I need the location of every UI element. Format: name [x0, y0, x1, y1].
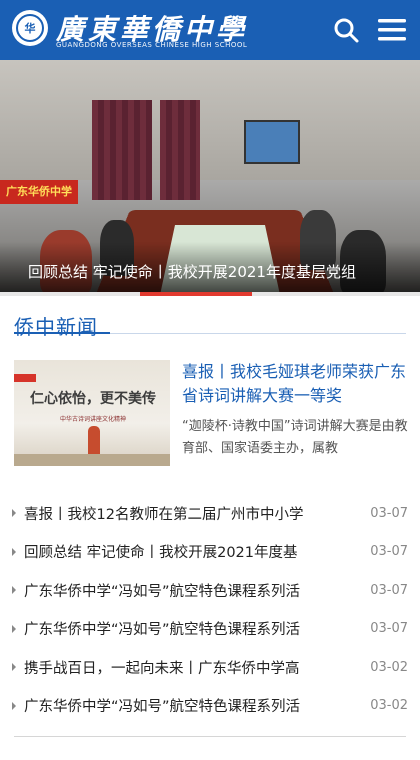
news-item-date: 03-07 [370, 544, 408, 560]
bullet-icon [12, 624, 16, 633]
news-item[interactable]: 携手战百日，一起向未来丨广东华侨中学高 03-02 [0, 648, 420, 687]
school-logo[interactable]: 华 [12, 10, 48, 46]
search-icon[interactable] [332, 16, 360, 44]
section-divider-accent [14, 332, 110, 334]
logo-text: 华 [24, 22, 36, 35]
featured-title[interactable]: 喜报丨我校毛娅琪老师荣获广东省诗词讲解大赛一等奖 [182, 360, 410, 408]
news-item[interactable]: 喜报丨我校12名教师在第二届广州市中小学 03-07 [0, 494, 420, 533]
section-title-news[interactable]: 侨中新闻 [14, 311, 98, 340]
list-bottom-divider [14, 736, 406, 737]
news-item-date: 03-07 [370, 621, 408, 637]
thumbnail-calligraphy: 仁心依怡，更不美传 [30, 391, 156, 407]
news-item-date: 03-02 [370, 659, 408, 675]
thumbnail-subtitle: 中华古诗词讲座文化精神 [60, 416, 127, 423]
bullet-icon [12, 547, 16, 556]
brand-name-en: GUANGDONG OVERSEAS CHINESE HIGH SCHOOL [56, 41, 248, 49]
featured-thumbnail[interactable]: 仁心依怡，更不美传 中华古诗词讲座文化精神 [14, 360, 170, 466]
banner-progress [0, 292, 420, 296]
thumbnail-red-tag [14, 374, 36, 382]
hero-banner[interactable]: 广东华侨中学 回顾总结 牢记使命丨我校开展2021年度基层党组 [0, 60, 420, 296]
news-item-title[interactable]: 喜报丨我校12名教师在第二届广州市中小学 [24, 503, 352, 524]
banner-progress-indicator [140, 292, 252, 296]
news-item-date: 03-07 [370, 582, 408, 598]
featured-summary: “迦陵杯·诗教中国”诗词讲解大赛是由教育部、国家语委主办，属教 [182, 419, 408, 456]
logo-emblem-icon: 华 [16, 14, 44, 42]
menu-icon[interactable] [376, 16, 408, 44]
site-header: 华 廣東華僑中學 GUANGDONG OVERSEAS CHINESE HIGH… [0, 0, 420, 60]
news-item-date: 03-02 [370, 698, 408, 714]
banner-photo-sign: 广东华侨中学 [0, 180, 78, 204]
banner-photo-curtain [160, 100, 200, 200]
featured-news[interactable]: 仁心依怡，更不美传 中华古诗词讲座文化精神 喜报丨我校毛娅琪老师荣获广东省诗词讲… [14, 360, 408, 468]
news-item[interactable]: 回顾总结 牢记使命丨我校开展2021年度基 03-07 [0, 533, 420, 572]
bullet-icon [12, 509, 16, 518]
banner-photo-wall [0, 60, 420, 180]
news-list: 喜报丨我校12名教师在第二届广州市中小学 03-07 回顾总结 牢记使命丨我校开… [0, 494, 420, 725]
news-item-title[interactable]: 广东华侨中学“冯如号”航空特色课程系列活 [24, 695, 352, 716]
thumbnail-stage [14, 454, 170, 466]
bullet-icon [12, 586, 16, 595]
banner-caption[interactable]: 回顾总结 牢记使命丨我校开展2021年度基层党组 [28, 261, 410, 282]
section-divider [14, 332, 406, 334]
bullet-icon [12, 701, 16, 710]
banner-photo-curtain [92, 100, 152, 200]
news-item[interactable]: 广东华侨中学“冯如号”航空特色课程系列活 03-02 [0, 687, 420, 726]
banner-photo-screen [244, 120, 300, 164]
news-item-title[interactable]: 广东华侨中学“冯如号”航空特色课程系列活 [24, 618, 352, 639]
bullet-icon [12, 663, 16, 672]
news-item-title[interactable]: 广东华侨中学“冯如号”航空特色课程系列活 [24, 580, 352, 601]
news-item[interactable]: 广东华侨中学“冯如号”航空特色课程系列活 03-07 [0, 610, 420, 649]
news-item-date: 03-07 [370, 505, 408, 521]
news-item-title[interactable]: 携手战百日，一起向未来丨广东华侨中学高 [24, 657, 352, 678]
news-item[interactable]: 广东华侨中学“冯如号”航空特色课程系列活 03-07 [0, 571, 420, 610]
news-item-title[interactable]: 回顾总结 牢记使命丨我校开展2021年度基 [24, 541, 352, 562]
